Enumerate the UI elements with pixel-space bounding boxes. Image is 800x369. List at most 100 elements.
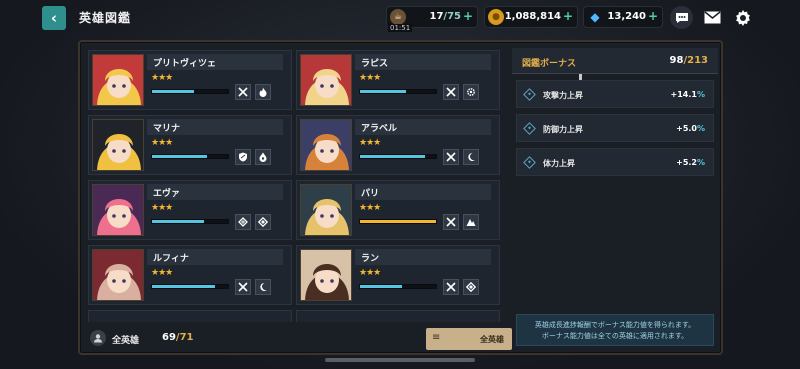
bonus-header: 図鑑ボーナス 98/213 xyxy=(512,48,718,74)
add-gold-button[interactable]: + xyxy=(563,9,573,23)
hero-list-footer: 全英雄 69/71 ≡ 全英雄 xyxy=(88,326,584,352)
bonus-stat-row: 防御力上昇 +5.0% xyxy=(516,114,714,142)
blue-gem-icon: ◆ xyxy=(590,10,600,24)
bonus-note: 英雄成長進捗報酬でボーナス能力値を得られます。 ボーナス能力値は全ての英雄に適用… xyxy=(516,314,714,346)
add-gems-button[interactable]: + xyxy=(648,9,658,23)
hero-portrait xyxy=(92,249,144,301)
bonus-title: 図鑑ボーナス xyxy=(522,59,577,69)
hero-stars: ★★★ xyxy=(151,203,173,213)
hero-stars: ★★★ xyxy=(359,203,381,213)
settings-gear-icon xyxy=(735,9,750,26)
hero-progress-fill xyxy=(360,155,425,158)
stamina-value: 17 xyxy=(429,11,444,22)
hero-progress-bar xyxy=(151,219,229,224)
hero-name: プリトヴィツェ xyxy=(153,59,217,69)
moon-icon xyxy=(463,149,479,165)
coffee-cup-icon: ☕ xyxy=(390,9,406,25)
stat-diamond-icon xyxy=(523,88,536,101)
fire-icon xyxy=(255,84,271,100)
hero-progress-bar xyxy=(359,89,437,94)
stat-label: 体力上昇 xyxy=(543,159,575,168)
hero-card-partial[interactable] xyxy=(296,310,500,322)
hero-name: アラベル xyxy=(361,124,398,134)
hero-stars: ★★★ xyxy=(359,138,381,148)
hero-name-bar: プリトヴィツェ xyxy=(147,54,283,70)
stat-value: +14.1% xyxy=(670,90,705,99)
stat-diamond-icon xyxy=(523,156,536,169)
hero-progress-fill xyxy=(152,220,204,223)
hero-filter-button[interactable]: ≡ 全英雄 xyxy=(426,328,512,350)
hero-card[interactable]: エヴァ ★★★ xyxy=(88,180,292,240)
hero-card[interactable]: パリ ★★★ xyxy=(296,180,500,240)
stamina-timer: 01:51 xyxy=(388,24,413,32)
hero-progress-fill xyxy=(152,90,194,93)
hero-progress-fill xyxy=(360,90,406,93)
chat-button[interactable] xyxy=(670,6,693,29)
stat-diamond-icon xyxy=(523,122,536,135)
mail-button[interactable] xyxy=(701,6,724,29)
crossed-swords-icon xyxy=(235,279,251,295)
bonus-count: 98/213 xyxy=(669,55,708,66)
hero-name: ラピス xyxy=(361,59,389,69)
bonus-stat-row: 攻撃力上昇 +14.1% xyxy=(516,80,714,108)
gems-counter[interactable]: ◆ 13,240 + xyxy=(583,6,663,28)
hero-name: エヴァ xyxy=(153,189,181,199)
hero-name: ラン xyxy=(361,254,380,264)
gold-coin-icon: ● xyxy=(488,9,504,25)
moon-icon xyxy=(255,279,271,295)
gear-icon xyxy=(463,84,479,100)
crossed-swords-icon xyxy=(443,279,459,295)
hero-stars: ★★★ xyxy=(359,73,381,83)
hero-portrait xyxy=(300,119,352,171)
hero-name: マリナ xyxy=(153,124,181,134)
stat-value: +5.2% xyxy=(676,158,705,167)
hero-portrait xyxy=(300,249,352,301)
hero-card[interactable]: アラベル ★★★ xyxy=(296,115,500,175)
mail-icon xyxy=(704,11,721,24)
hero-card[interactable]: ルフィナ ★★★ xyxy=(88,245,292,305)
water-drop-icon xyxy=(255,149,271,165)
top-bar: ‹ 英雄図鑑 ☕ 17/75 + 01:51 ● 1,088,814 + ◆ 1… xyxy=(0,0,800,36)
add-stamina-button[interactable]: + xyxy=(463,9,473,23)
settings-button[interactable] xyxy=(731,6,754,29)
hero-list[interactable]: プリトヴィツェ ★★★ ラピス ★★★ マリナ ★★★ アラベル ★★★ エヴァ ★★★ パリ ★★★… xyxy=(88,50,584,322)
shield-icon xyxy=(235,149,251,165)
chevron-left-icon: ‹ xyxy=(50,9,58,27)
hero-count-icon xyxy=(90,330,106,346)
gold-counter[interactable]: ● 1,088,814 + xyxy=(484,6,578,28)
hero-progress-bar xyxy=(359,154,437,159)
hero-progress-fill xyxy=(360,285,402,288)
hero-name: ルフィナ xyxy=(153,254,189,264)
hero-card-partial[interactable] xyxy=(88,310,292,322)
hero-portrait xyxy=(92,184,144,236)
hero-card[interactable]: ラピス ★★★ xyxy=(296,50,500,110)
hero-portrait xyxy=(92,119,144,171)
bonus-stat-row: 体力上昇 +5.2% xyxy=(516,148,714,176)
hero-card[interactable]: マリナ ★★★ xyxy=(88,115,292,175)
stat-label: 攻撃力上昇 xyxy=(543,91,583,100)
hero-name: パリ xyxy=(361,189,380,199)
hero-card[interactable]: プリトヴィツェ ★★★ xyxy=(88,50,292,110)
diamond-icon xyxy=(463,279,479,295)
hero-portrait xyxy=(300,184,352,236)
wing-icon xyxy=(235,214,251,230)
stat-value: +5.0% xyxy=(676,124,705,133)
back-button[interactable]: ‹ xyxy=(42,6,66,30)
hero-card[interactable]: ラン ★★★ xyxy=(296,245,500,305)
crossed-swords-icon xyxy=(443,149,459,165)
hero-stars: ★★★ xyxy=(359,268,381,278)
hero-portrait xyxy=(92,54,144,106)
hero-progress-bar xyxy=(151,154,229,159)
hero-progress-bar xyxy=(359,284,437,289)
hero-codex-panel: プリトヴィツェ ★★★ ラピス ★★★ マリナ ★★★ アラベル ★★★ エヴァ ★★★ パリ ★★★… xyxy=(78,40,723,355)
gold-value: 1,088,814 xyxy=(504,11,561,22)
hero-progress-fill xyxy=(152,285,216,288)
diamond-icon xyxy=(255,214,271,230)
hero-progress-fill xyxy=(360,220,436,223)
crossed-swords-icon xyxy=(443,214,459,230)
hero-name-bar: パリ xyxy=(355,184,491,200)
menu-lines-icon: ≡ xyxy=(432,332,441,343)
stat-label: 防御力上昇 xyxy=(543,125,583,134)
mountain-icon xyxy=(463,214,479,230)
hero-stars: ★★★ xyxy=(151,73,173,83)
